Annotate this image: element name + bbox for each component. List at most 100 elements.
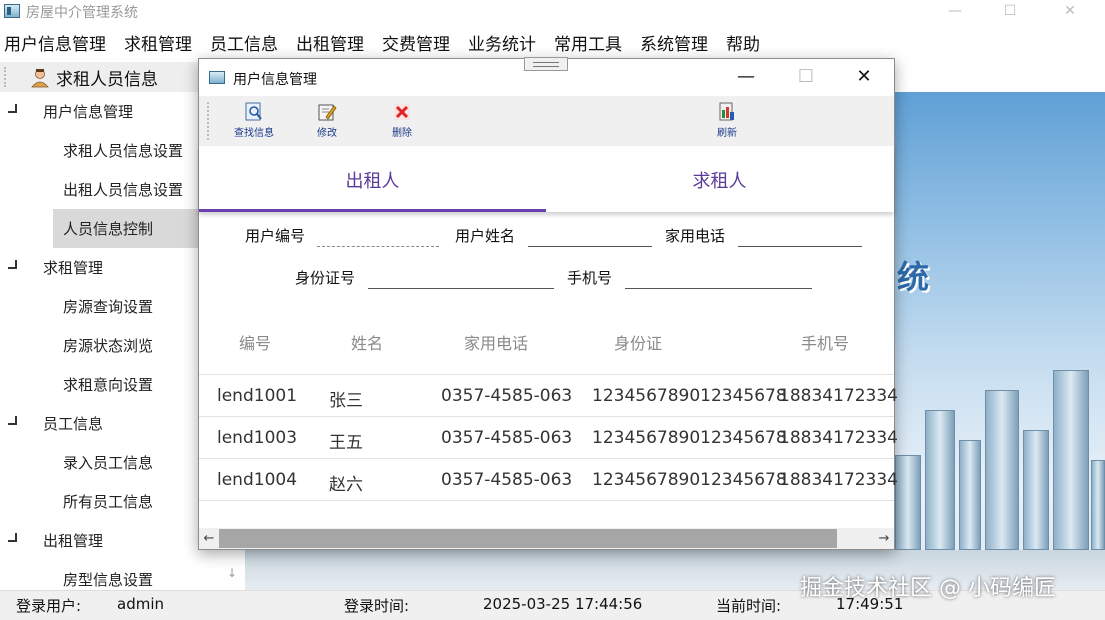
nav-item-label: 录入员工信息 [63, 454, 154, 472]
tab-lender[interactable]: 出租人 [199, 146, 546, 212]
dialog-maximize-button[interactable]: ☐ [783, 64, 829, 92]
building-image [1023, 430, 1049, 550]
nav-item-label: 求租人员信息设置 [63, 142, 184, 160]
nav-item-seeker-info[interactable]: 求租人员信息设置 [53, 131, 199, 170]
dialog-drag-handle[interactable] [524, 57, 568, 71]
status-login-time-label: 登录时间: [344, 597, 410, 615]
app-icon [4, 4, 20, 18]
edit-button[interactable]: 修改 [300, 100, 354, 142]
status-user-label: 登录用户: [16, 597, 82, 615]
menu-bar: 用户信息管理 求租管理 员工信息 出租管理 交费管理 业务统计 常用工具 系统管… [0, 26, 1105, 56]
banner-text: 统 [897, 258, 930, 296]
building-image [1053, 370, 1089, 550]
nav-item-add-employee[interactable]: 录入员工信息 [53, 443, 199, 482]
menu-help[interactable]: 帮助 [722, 26, 764, 56]
table-row[interactable]: lend1003 王五 0357-4585-063 12345678901234… [199, 416, 898, 458]
nav-group-rent-out[interactable]: 出租管理 [0, 521, 200, 560]
user-info-dialog: 用户信息管理 — ☐ ✕ 查找信息 修改 删除 刷新 出租人 求租人 用户编号 … [198, 57, 898, 550]
menu-rent-seek[interactable]: 求租管理 [120, 26, 196, 56]
column-header[interactable]: 编号 [239, 330, 271, 354]
nav-group-employee[interactable]: 员工信息 [0, 404, 200, 443]
nav-item-house-query[interactable]: 房源查询设置 [53, 287, 199, 326]
nav-item-person-control[interactable]: 人员信息控制 [53, 209, 199, 248]
minimize-button[interactable]: — [935, 0, 975, 24]
column-header[interactable]: 手机号 [801, 330, 849, 354]
nav-group-user-info[interactable]: 用户信息管理 [0, 92, 200, 131]
cell-name: 张三 [329, 391, 363, 411]
home-phone-input[interactable] [738, 223, 862, 247]
nav-item-all-employees[interactable]: 所有员工信息 [53, 482, 199, 521]
building-image [1091, 460, 1105, 550]
scroll-left-button[interactable]: ← [199, 528, 219, 549]
cell-home-phone: 0357-4585-063 [441, 428, 573, 448]
delete-button[interactable]: 删除 [375, 100, 429, 142]
horizontal-scrollbar[interactable]: ← → [199, 528, 894, 549]
id-card-label: 身份证号 [295, 269, 356, 287]
column-header[interactable]: 身份证 [614, 330, 662, 354]
nav-group-label: 员工信息 [43, 415, 104, 433]
cell-home-phone: 0357-4585-063 [441, 386, 573, 406]
nav-item-label: 人员信息控制 [63, 220, 154, 238]
dialog-close-button[interactable]: ✕ [841, 64, 887, 92]
menu-tools[interactable]: 常用工具 [550, 26, 626, 56]
mobile-input[interactable] [625, 265, 812, 289]
expand-arrow-icon[interactable] [8, 104, 17, 113]
menu-rent-out[interactable]: 出租管理 [292, 26, 368, 56]
maximize-button[interactable]: ☐ [990, 0, 1030, 24]
tool-label: 刷新 [717, 128, 737, 139]
refresh-icon [719, 102, 734, 121]
status-user-value: admin [117, 595, 164, 613]
menu-statistics[interactable]: 业务统计 [464, 26, 540, 56]
table-row[interactable]: lend1001 张三 0357-4585-063 12345678901234… [199, 374, 898, 416]
close-button[interactable]: ✕ [1050, 0, 1090, 24]
cell-id: lend1001 [217, 386, 298, 406]
nav-item-house-type[interactable]: 房型信息设置 [53, 560, 199, 590]
expand-arrow-icon[interactable] [8, 260, 17, 269]
nav-header: 求租人员信息 [0, 62, 200, 92]
tool-label: 修改 [317, 128, 337, 139]
nav-item-house-status[interactable]: 房源状态浏览 [53, 326, 199, 365]
dialog-minimize-button[interactable]: — [723, 64, 769, 92]
building-image [985, 390, 1019, 550]
menu-system[interactable]: 系统管理 [636, 26, 712, 56]
cell-home-phone: 0357-4585-063 [441, 470, 573, 490]
app-titlebar: 房屋中介管理系统 — ☐ ✕ [0, 0, 1105, 24]
menu-employee[interactable]: 员工信息 [206, 26, 282, 56]
expand-arrow-icon[interactable] [8, 533, 17, 542]
nav-item-label: 房型信息设置 [63, 571, 154, 589]
tab-bar: 出租人 求租人 [199, 146, 894, 212]
menu-user-info[interactable]: 用户信息管理 [0, 26, 110, 56]
nav-item-label: 求租意向设置 [63, 376, 154, 394]
grip-handle[interactable] [4, 67, 10, 87]
search-info-button[interactable]: 查找信息 [227, 100, 281, 142]
id-card-input[interactable] [368, 265, 554, 289]
cell-mobile: 18834172334 [779, 470, 898, 490]
edit-icon [318, 104, 337, 121]
nav-item-rent-intent[interactable]: 求租意向设置 [53, 365, 199, 404]
tab-seeker[interactable]: 求租人 [546, 146, 893, 212]
menu-payment[interactable]: 交费管理 [378, 26, 454, 56]
expand-arrow-icon[interactable] [8, 416, 17, 425]
scroll-down-icon[interactable]: ↓ [222, 566, 242, 586]
toolbar-grip[interactable] [207, 102, 211, 140]
scroll-right-button[interactable]: → [874, 528, 894, 549]
building-image [895, 455, 921, 550]
column-header[interactable]: 家用电话 [464, 330, 528, 354]
nav-item-lender-info[interactable]: 出租人员信息设置 [53, 170, 199, 209]
status-current-time-label: 当前时间: [716, 597, 782, 615]
user-name-input[interactable] [528, 223, 652, 247]
user-id-input[interactable] [317, 223, 439, 247]
tool-label: 查找信息 [234, 128, 274, 139]
cell-name: 王五 [329, 433, 363, 453]
nav-group-rent-seek[interactable]: 求租管理 [0, 248, 200, 287]
nav-item-label: 所有员工信息 [63, 493, 154, 511]
building-image [925, 410, 955, 550]
search-doc-icon [245, 102, 262, 121]
column-header[interactable]: 姓名 [351, 330, 383, 354]
user-id-label: 用户编号 [245, 227, 306, 245]
dialog-app-icon [209, 71, 225, 84]
scrollbar-thumb[interactable] [219, 529, 837, 548]
cell-id: lend1004 [217, 470, 298, 490]
refresh-button[interactable]: 刷新 [700, 100, 754, 142]
table-row[interactable]: lend1004 赵六 0357-4585-063 12345678901234… [199, 458, 898, 500]
